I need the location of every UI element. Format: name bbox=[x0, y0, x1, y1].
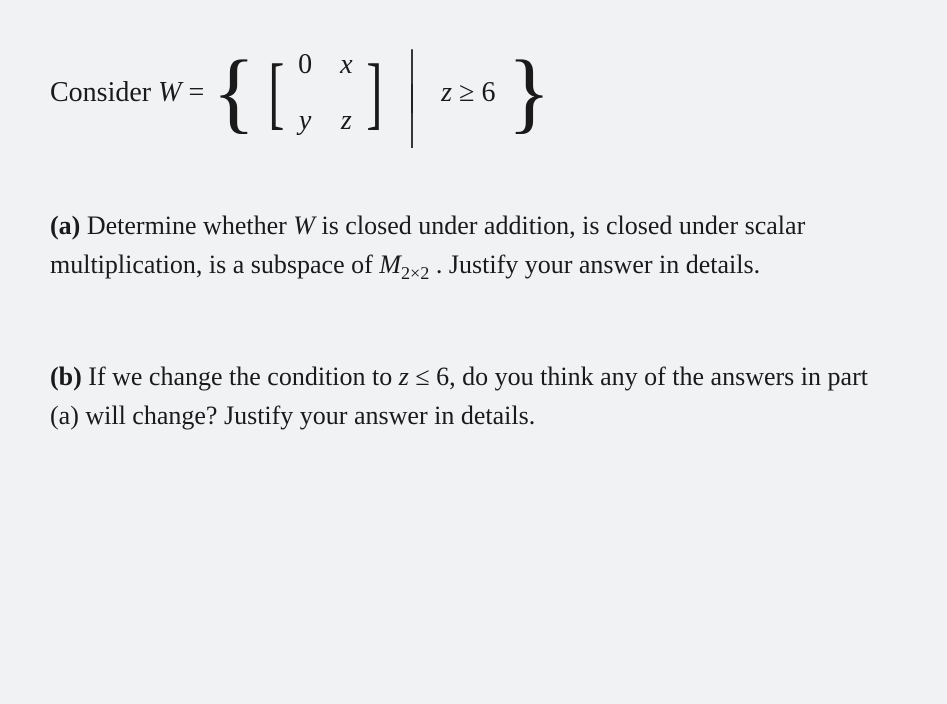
part-b-t1: If we change the condition to bbox=[82, 362, 399, 391]
consider-prefix: Consider bbox=[50, 77, 158, 108]
consider-text: Consider W = bbox=[50, 72, 204, 114]
part-b-label: (b) bbox=[50, 362, 82, 391]
matrix-0-1: x bbox=[340, 44, 352, 86]
right-bracket: ] bbox=[366, 71, 382, 115]
part-b-text: (b) If we change the condition to z ≤ 6,… bbox=[50, 357, 897, 435]
part-a-t3: . Justify your answer in details. bbox=[429, 250, 760, 279]
such-that-bar: | | bbox=[405, 58, 419, 128]
definition-row: Consider W = { [ 0 x y z ] | | z ≥ 6 } bbox=[50, 40, 897, 146]
matrix-0-0: 0 bbox=[298, 44, 312, 86]
cond-rel: ≥ bbox=[452, 77, 481, 108]
part-b: (b) If we change the condition to z ≤ 6,… bbox=[50, 357, 897, 435]
part-a-label: (a) bbox=[50, 211, 80, 240]
part-b-rel: ≤ bbox=[409, 362, 436, 391]
part-b-val: 6 bbox=[436, 362, 449, 391]
matrix: [ 0 x y z ] bbox=[263, 40, 387, 146]
left-bracket: [ bbox=[269, 71, 285, 115]
set-expression: { [ 0 x y z ] | | z ≥ 6 } bbox=[212, 40, 550, 146]
right-brace: } bbox=[507, 66, 550, 120]
matrix-1-0: y bbox=[298, 100, 312, 142]
var-W: W bbox=[158, 77, 181, 108]
cond-val: 6 bbox=[481, 77, 495, 108]
part-b-z: z bbox=[399, 362, 409, 391]
equals-sign: = bbox=[181, 77, 204, 108]
part-a-M: M bbox=[379, 250, 401, 279]
part-a-t1: Determine whether bbox=[80, 211, 293, 240]
matrix-1-1: z bbox=[340, 100, 352, 142]
part-a-Msub: 2×2 bbox=[401, 263, 429, 283]
set-condition: z ≥ 6 bbox=[441, 72, 495, 114]
cond-var: z bbox=[441, 77, 452, 108]
part-a-text: (a) Determine whether W is closed under … bbox=[50, 206, 897, 287]
part-a-W: W bbox=[293, 211, 315, 240]
matrix-entries: 0 x y z bbox=[290, 40, 360, 146]
part-a: (a) Determine whether W is closed under … bbox=[50, 206, 897, 287]
left-brace: { bbox=[212, 66, 255, 120]
